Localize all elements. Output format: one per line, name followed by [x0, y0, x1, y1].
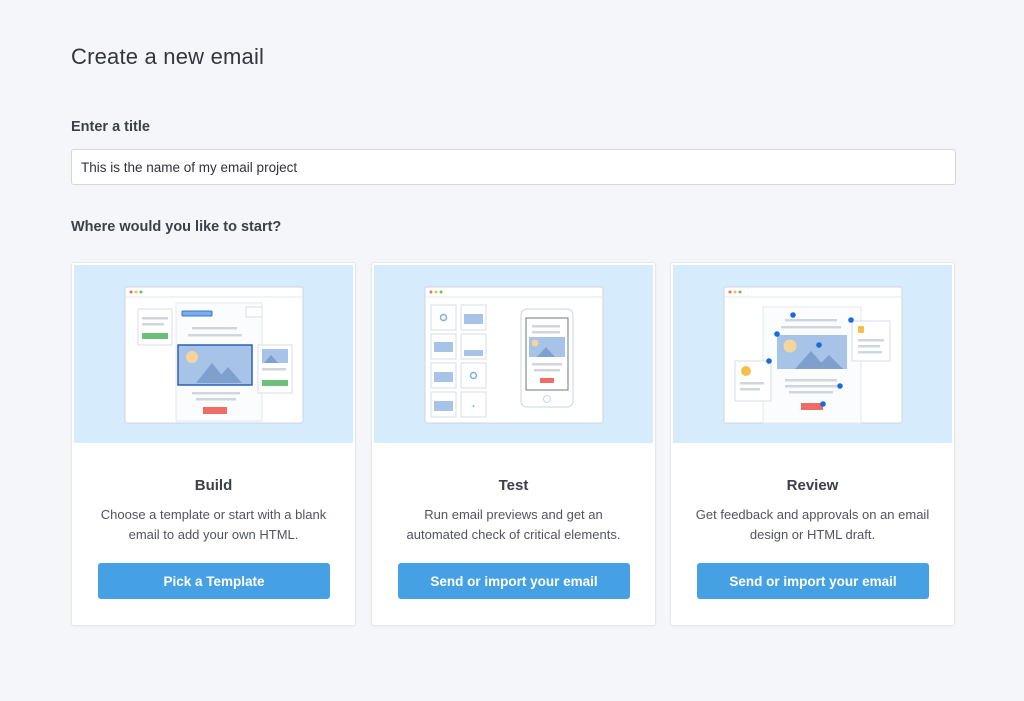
build-illustration: [74, 265, 353, 443]
review-card-title: Review: [786, 477, 839, 494]
test-send-import-button[interactable]: Send or import your email: [398, 563, 630, 599]
page-title: Create a new email: [71, 44, 265, 69]
review-illustration: [673, 265, 952, 443]
build-card-title: Build: [194, 477, 233, 494]
test-illustration: [374, 265, 653, 443]
review-card: Review Get feedback and approvals on an …: [670, 262, 955, 626]
test-card: Test Run email previews and get an autom…: [371, 262, 656, 626]
review-card-description: Get feedback and approvals on an email d…: [695, 507, 930, 542]
build-card: Build Choose a template or start with a …: [71, 262, 356, 626]
test-card-title: Test: [498, 477, 529, 494]
title-field-label: Enter a title: [71, 119, 150, 135]
pick-template-button[interactable]: Pick a Template: [98, 563, 330, 599]
build-card-description: Choose a template or start with a blank …: [100, 507, 327, 542]
test-card-description: Run email previews and get an automated …: [406, 507, 621, 542]
review-send-import-button[interactable]: Send or import your email: [697, 563, 929, 599]
start-section-label: Where would you like to start?: [71, 219, 282, 235]
title-input[interactable]: [71, 149, 956, 185]
